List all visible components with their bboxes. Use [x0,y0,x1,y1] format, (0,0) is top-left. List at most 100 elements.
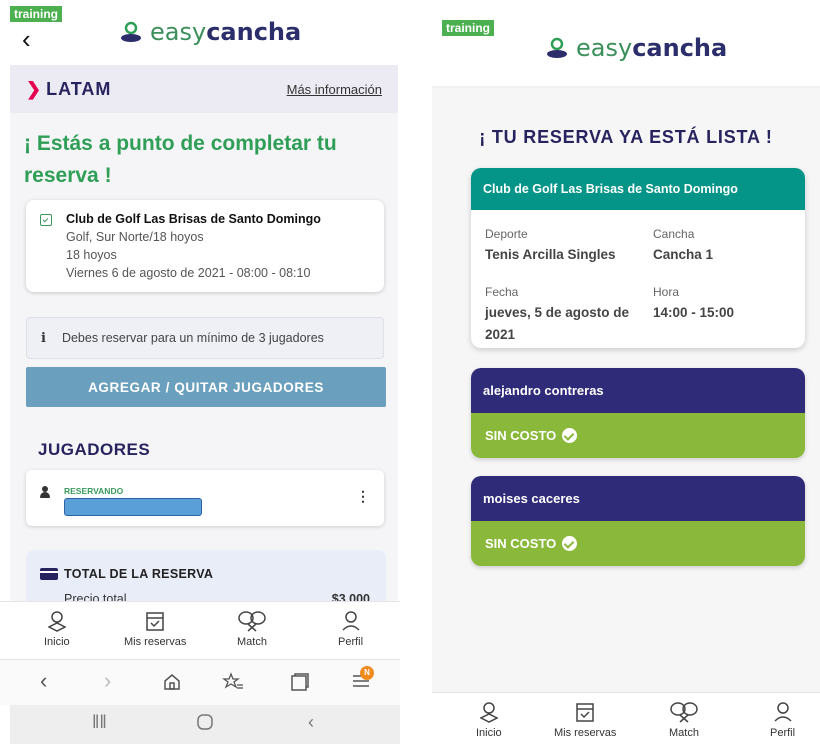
brand-prefix: easy [576,34,633,62]
cancha-label: Cancha [653,227,695,241]
info-text: Debes reservar para un mínimo de 3 jugad… [61,331,324,345]
location-pin-icon [47,611,66,632]
nav-match[interactable]: Match [236,610,268,648]
nav-inicio[interactable]: Inicio [476,701,502,739]
training-badge: training [10,6,62,22]
browser-toolbar: ‹ › N [0,659,400,705]
star-list-icon[interactable] [222,672,244,696]
player-cost-text: SIN COSTO [485,428,557,443]
club-card: Club de Golf Las Brisas de Santo Domingo… [26,200,384,292]
nav-label: Inicio [44,636,70,648]
player-tile: moises caceres SIN COSTO [471,476,805,566]
more-info-link[interactable]: Más información [287,82,382,97]
profile-icon [774,702,792,722]
system-back-icon[interactable]: ‹ [308,713,314,731]
player-cost-text: SIN COSTO [485,536,557,551]
nav-match[interactable]: Match [668,701,700,739]
deporte-value: Tenis Arcilla Singles [485,247,616,263]
add-remove-players-button[interactable]: AGREGAR / QUITAR JUGADORES [26,367,386,407]
club-datetime: Viernes 6 de agosto de 2021 - 08:00 - 08… [66,266,311,281]
hora-label: Hora [653,285,680,299]
player-cost: SIN COSTO [471,413,805,458]
rackets-icon [670,702,698,723]
home-icon[interactable] [162,672,182,696]
reservation-card: Club de Golf Las Brisas de Santo Domingo… [471,168,805,348]
player-name: alejandro contreras [471,368,805,413]
nav-mis-reservas[interactable]: Mis reservas [554,701,616,739]
nav-label: Mis reservas [554,727,617,739]
cancha-cell: Cancha Cancha 1 [653,225,713,266]
brand-prefix: easy [150,18,207,46]
nav-label: Perfil [770,727,796,739]
nav-mis-reservas[interactable]: Mis reservas [124,610,186,648]
location-pin-icon [121,21,141,42]
training-badge: training [442,20,494,36]
nav-perfil[interactable]: Perfil [770,701,795,739]
right-screen: training easycancha ¡ TU RESERVA YA ESTÁ… [432,0,820,744]
tabs-icon[interactable] [290,672,310,696]
calendar-icon [146,612,164,631]
browser-back-icon[interactable]: ‹ [40,670,47,692]
player-name-field[interactable] [64,498,202,516]
credit-card-icon [40,568,58,580]
location-pin-icon [479,702,498,723]
brand-logo: easycancha [546,34,727,62]
person-icon [40,486,50,498]
notification-badge: N [360,666,374,680]
nav-label: Match [669,727,699,739]
check-circle-icon [562,536,578,551]
nav-label: Match [237,636,267,648]
fecha-value: jueves, 5 de agosto de 2021 [485,305,630,342]
menu-icon[interactable]: N [352,666,374,694]
total-title: TOTAL DE LA RESERVA [40,567,213,581]
left-screen: training ‹ easycancha ❯ LATAM Más inform… [0,0,400,744]
location-pin-icon [547,37,567,58]
player-name: moises caceres [471,476,805,521]
partner-logo: ❯ LATAM [26,79,111,100]
latam-icon: ❯ [26,78,43,99]
players-heading: JUGADORES [38,440,151,459]
fecha-cell: Fecha jueves, 5 de agosto de 2021 [485,283,635,345]
bottom-nav: Inicio Mis reservas Match Perfil [0,601,400,659]
hora-value: 14:00 - 15:00 [653,305,735,321]
page-title: ¡ TU RESERVA YA ESTÁ LISTA ! [479,127,773,147]
partner-name: LATAM [46,78,112,99]
total-title-text: TOTAL DE LA RESERVA [64,567,214,581]
rackets-icon [238,611,266,632]
system-home-icon[interactable] [196,713,214,734]
bottom-nav: Inicio Mis reservas Match Perfil [432,692,820,744]
fecha-label: Fecha [485,285,519,299]
browser-forward-icon[interactable]: › [104,670,111,692]
calendar-icon [40,214,52,226]
calendar-icon [576,703,594,722]
check-circle-icon [562,428,578,443]
reservation-club: Club de Golf Las Brisas de Santo Domingo [471,168,805,210]
min-players-info: i Debes reservar para un mínimo de 3 jug… [26,317,384,359]
profile-icon [342,611,360,631]
brand-suffix: cancha [206,18,302,46]
player-role: RESERVANDO [64,486,124,496]
cancha-value: Cancha 1 [653,247,714,263]
nav-label: Perfil [338,636,364,648]
deporte-label: Deporte [485,227,528,241]
club-detail-1: Golf, Sur Norte/18 hoyos [66,230,204,245]
recents-icon[interactable]: ‖‖ [92,713,107,731]
player-card: RESERVANDO ⋮ [26,470,384,526]
nav-perfil[interactable]: Perfil [338,610,363,648]
info-icon: i [41,330,46,346]
player-tile: alejandro contreras SIN COSTO [471,368,805,458]
nav-label: Inicio [476,727,502,739]
nav-inicio[interactable]: Inicio [44,610,70,648]
page-title: ¡ Estás a punto de completar tu reserva … [24,132,337,187]
brand-logo: easycancha [120,18,301,46]
back-arrow-icon[interactable]: ‹ [22,26,31,52]
player-cost: SIN COSTO [471,521,805,566]
system-nav-bar: ‖‖ ‹ [10,705,400,744]
club-name: Club de Golf Las Brisas de Santo Domingo [66,212,321,226]
club-detail-2: 18 hoyos [66,248,117,263]
nav-label: Mis reservas [124,636,187,648]
hora-cell: Hora 14:00 - 15:00 [653,283,734,324]
deporte-cell: Deporte Tenis Arcilla Singles [485,225,616,266]
more-vertical-icon[interactable]: ⋮ [356,489,370,503]
partner-bar: ❯ LATAM Más información [10,65,398,113]
